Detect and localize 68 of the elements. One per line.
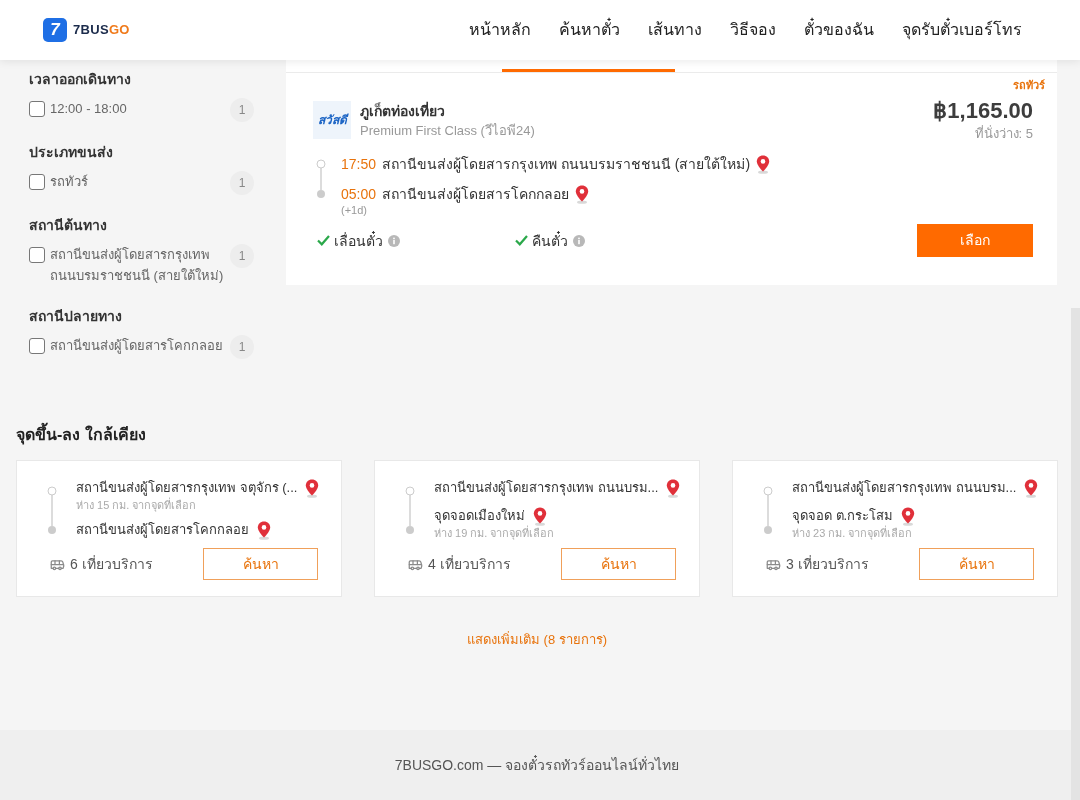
search-button[interactable]: ค้นหา (561, 548, 676, 580)
day-offset: (+1d) (341, 204, 367, 216)
checkbox[interactable] (29, 247, 45, 263)
nav-link[interactable]: เส้นทาง (634, 18, 716, 42)
nav-link[interactable]: ค้นหาตั๋ว (545, 18, 634, 42)
checkbox[interactable] (29, 101, 45, 117)
checkbox[interactable] (29, 174, 45, 190)
stop-time: 17:50 (341, 155, 378, 174)
station-name: สถานีขนส่งผู้โดยสารกรุงเทพ ถนนบรมราชชนนี (สายใต้ใหม่) (382, 155, 751, 174)
trip-count: 3 เที่ยวบริการ (786, 554, 869, 574)
checkbox[interactable] (29, 338, 45, 354)
nav-link[interactable]: วิธีจอง (716, 18, 790, 42)
option-count: 1 (230, 244, 254, 268)
filter-option-label[interactable]: 12:00 - 18:00 (50, 98, 227, 119)
vehicle-type-label: รถทัวร์ (1013, 78, 1045, 93)
distance-note: ห่าง 19 กม. จากจุดที่เลือก (434, 526, 555, 540)
filter-option-label[interactable]: สถานีขนส่งผู้โดยสารกรุงเทพ ถนนบรมราชชนนี (สายใต้ใหม่) (50, 244, 227, 286)
map-pin-icon (305, 478, 320, 498)
station-name: สถานีขนส่งผู้โดยสารโคกกลอย (76, 521, 249, 540)
option-count: 1 (230, 171, 254, 195)
filter-heading: สถานีปลายทาง (29, 307, 123, 326)
option-count: 1 (230, 98, 254, 122)
filter-option-label[interactable]: สถานีขนส่งผู้โดยสารโคกกลอย (50, 335, 227, 356)
ticket-policy: เลื่อนตั๋ว (334, 230, 383, 251)
distance-note: ห่าง 23 กม. จากจุดที่เลือก (792, 526, 913, 540)
filter-heading: ประเภทขนส่ง (29, 143, 114, 162)
operator-logo: สวัสดี (313, 101, 351, 139)
station-name: จุดจอด ต.กระโสม (792, 507, 894, 525)
nav-link[interactable]: หน้าหลัก (455, 18, 545, 42)
footer-text: 7BUSGO.com — จองตั๋วรถทัวร์ออนไลน์ทั่วไทย (394, 754, 680, 775)
station-name: สถานีขนส่งผู้โดยสารกรุงเทพ ถนนบรม... (434, 479, 659, 498)
section-heading: จุดขึ้น-ลง ใกล้เคียง (16, 423, 1058, 447)
select-button[interactable]: เลือก (917, 224, 1033, 257)
ticket-policy: คืนตั๋ว (532, 230, 568, 251)
operator-name: ภูเก็ตท่องเที่ยว (360, 101, 446, 121)
stop-time: 05:00 (341, 185, 378, 204)
map-pin-icon (1024, 478, 1039, 498)
trip-count: 4 เที่ยวบริการ (428, 554, 511, 574)
seats-available: ที่นั่งว่าง: 5 (974, 125, 1033, 143)
station-name: สถานีขนส่งผู้โดยสารโคกกลอย (382, 185, 569, 204)
map-pin-icon (756, 154, 771, 174)
filter-option-label[interactable]: รถทัวร์ (50, 171, 227, 192)
station-name: สถานีขนส่งผู้โดยสารกรุงเทพ ถนนบรม... (792, 479, 1017, 498)
map-pin-icon (901, 506, 916, 526)
filter-heading: เวลาออกเดินทาง (29, 70, 132, 89)
nav-link[interactable]: จุดรับตั๋วเบอร์โทร (888, 18, 1036, 42)
route-timeline-drawing (405, 486, 415, 535)
filter-heading: สถานีต้นทาง (29, 216, 108, 235)
search-button[interactable]: ค้นหา (203, 548, 318, 580)
route-timeline-drawing (316, 159, 326, 199)
route-timeline-drawing (763, 486, 773, 535)
option-count: 1 (230, 335, 254, 359)
search-button[interactable]: ค้นหา (919, 548, 1034, 580)
map-pin-icon (575, 184, 589, 204)
logo-text[interactable]: 7BUSGO (73, 20, 130, 40)
nav-link[interactable]: ตั๋วของฉัน (790, 18, 888, 42)
map-pin-icon (533, 506, 547, 526)
show-more-link[interactable]: แสดงเพิ่มเติม (8 รายการ) (466, 630, 608, 650)
logo-mark[interactable]: 7 (43, 18, 67, 42)
map-pin-icon (666, 478, 681, 498)
map-pin-icon (257, 520, 271, 540)
distance-note: ห่าง 15 กม. จากจุดที่เลือก (76, 498, 197, 512)
trip-count: 6 เที่ยวบริการ (70, 554, 153, 574)
station-name: สถานีขนส่งผู้โดยสารกรุงเทพ จตุจักร (... (76, 479, 298, 497)
station-name: จุดจอดเมืองใหม่ (434, 507, 525, 525)
bus-class: Premium First Class (วีไอพี24) (360, 122, 535, 140)
route-timeline-drawing (47, 486, 57, 535)
ticket-price: ฿1,165.00 (933, 97, 1033, 125)
